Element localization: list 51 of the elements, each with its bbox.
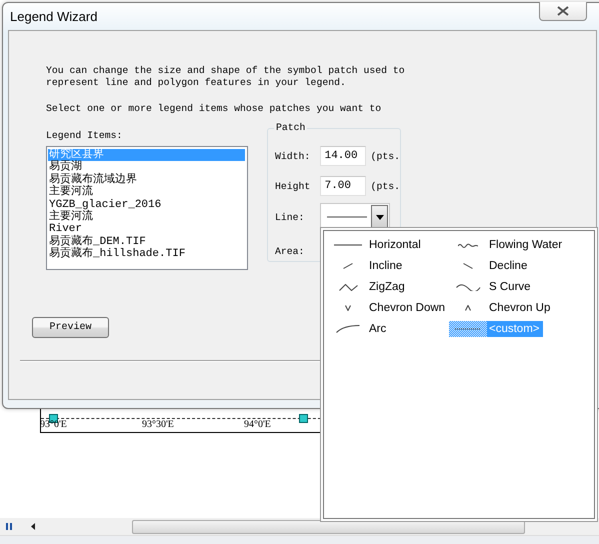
legend-item[interactable]: 易贡湖	[48, 161, 245, 174]
patch-title: Patch	[274, 122, 308, 133]
unit-label: (pts.	[370, 150, 400, 162]
longitude-label: 93°30'E	[142, 419, 174, 430]
instruction-text: Select one or more legend items whose patches you want to	[46, 103, 382, 115]
scrollbar-thumb[interactable]	[132, 520, 525, 534]
scroll-left-icon[interactable]	[29, 522, 38, 531]
legend-item[interactable]: River	[48, 223, 245, 236]
line-preview-icon	[327, 214, 367, 220]
intro-text: You can change the size and shape of the symbol patch used to	[46, 65, 406, 77]
chevron-down-line-icon	[345, 305, 351, 311]
line-style-option[interactable]: S Curve	[487, 279, 534, 295]
dotted-line-icon	[455, 328, 481, 330]
flowing-line-icon	[458, 242, 478, 248]
legend-item[interactable]: 易贡藏布_hillshade.TIF	[48, 248, 245, 261]
size-field[interactable]: 14.00	[320, 146, 366, 166]
intro-text: represent line and polygon features in your legend.	[46, 77, 347, 89]
line-style-option[interactable]: Horizontal	[367, 237, 424, 253]
line-style-option[interactable]: ZigZag	[367, 279, 408, 295]
arc-line-icon	[336, 325, 360, 333]
close-button[interactable]	[539, 2, 587, 21]
map-node	[299, 414, 308, 423]
area-label: Area:	[275, 246, 306, 256]
close-icon	[557, 6, 569, 16]
window-title: Legend Wizard	[10, 9, 98, 24]
line-label: Line:	[275, 212, 306, 222]
legend-items-label: Legend Items:	[46, 130, 122, 142]
line-style-option[interactable]: Arc	[367, 321, 390, 337]
preview-button[interactable]: Preview	[32, 317, 109, 338]
line-style-option[interactable]: Chevron Down	[367, 300, 448, 316]
caret-icon	[376, 214, 384, 220]
longitude-label: 93°0'E	[40, 419, 67, 430]
zigzag-line-icon	[338, 284, 358, 290]
line-style-option[interactable]: Incline	[367, 258, 406, 274]
legend-item[interactable]: 主要河流	[48, 211, 245, 224]
legend-item[interactable]: 主要河流	[48, 186, 245, 199]
incline-line-icon	[343, 263, 353, 269]
horizontal-line-icon	[334, 244, 362, 246]
line-style-option[interactable]: Flowing Water	[487, 237, 566, 253]
decline-line-icon	[463, 263, 473, 269]
chevron-up-line-icon	[465, 305, 471, 311]
scurve-line-icon	[456, 284, 480, 290]
field-label: Height	[275, 180, 312, 192]
dropdown-button[interactable]	[371, 205, 388, 229]
pause-icon[interactable]	[6, 523, 13, 530]
line-style-option[interactable]: Chevron Up	[487, 300, 554, 316]
unit-label: (pts.	[370, 180, 400, 192]
field-label: Width:	[275, 150, 312, 162]
size-field[interactable]: 7.00	[320, 176, 366, 196]
longitude-label: 94°0'E	[244, 419, 271, 430]
line-style-option[interactable]: Decline	[487, 258, 530, 274]
